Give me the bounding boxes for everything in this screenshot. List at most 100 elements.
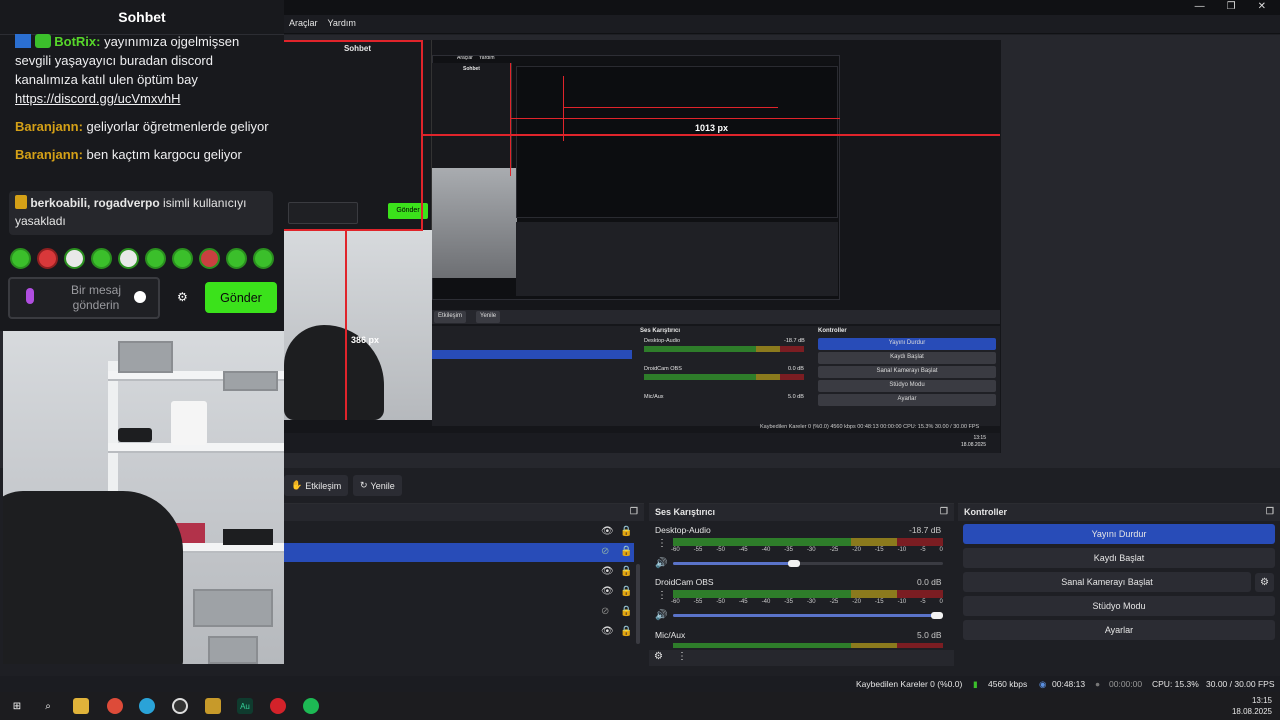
- chair: [3, 491, 183, 664]
- menu-item-tools[interactable]: Araçlar: [289, 18, 318, 28]
- popout-icon[interactable]: ❐: [940, 506, 948, 517]
- taskbar-clock[interactable]: 13:15 18.08.2025: [1232, 695, 1272, 717]
- emote-icon[interactable]: [118, 248, 139, 269]
- popout-icon[interactable]: ❐: [630, 506, 638, 517]
- fps: 30.00 / 30.00 FPS: [1206, 679, 1275, 689]
- lock-icon[interactable]: 🔒: [620, 606, 632, 617]
- sources-scrollbar[interactable]: [636, 564, 640, 644]
- lock-icon[interactable]: 🔒: [620, 566, 632, 577]
- mixer-track-name: DroidCam OBS: [655, 577, 714, 587]
- emote-icon[interactable]: [253, 248, 274, 269]
- eye-hidden-icon[interactable]: ⊘: [601, 546, 609, 557]
- chat-message: Baranjann: ben kaçtım kargocu geliyor: [15, 145, 277, 164]
- start-record-button[interactable]: Kaydı Başlat: [963, 548, 1275, 568]
- eye-icon[interactable]: 👁: [601, 626, 614, 637]
- controls-title: Kontroller: [964, 507, 1008, 517]
- emote-icon[interactable]: [37, 248, 58, 269]
- source-row[interactable]: 👁 🔒: [284, 623, 634, 642]
- telegram-icon[interactable]: [139, 698, 155, 714]
- windows-start-icon[interactable]: ⊞: [9, 698, 25, 714]
- minimize-icon[interactable]: —: [1195, 0, 1205, 15]
- nested-chat-input: [288, 202, 358, 224]
- volume-slider-knob[interactable]: [931, 612, 943, 619]
- chat-nick[interactable]: BotRix:: [54, 34, 100, 49]
- lock-icon[interactable]: 🔒: [620, 586, 632, 597]
- eye-icon[interactable]: 👁: [601, 586, 614, 597]
- opera-icon[interactable]: [270, 698, 286, 714]
- emote-icon[interactable]: [172, 248, 193, 269]
- nested-camera: [432, 168, 517, 278]
- chat-messages: BotRix: yayınımıza ojgelmişsen sevgili y…: [15, 32, 277, 173]
- obs-icon[interactable]: [172, 698, 188, 714]
- lock-icon[interactable]: 🔒: [620, 626, 632, 637]
- audition-icon[interactable]: Au: [237, 698, 253, 714]
- close-icon[interactable]: ✕: [1258, 0, 1266, 15]
- mixer-ticks: -60 -55 -50 -45 -40 -35 -30 -25 -20 -15 -10 -5 0: [671, 547, 943, 553]
- eye-icon[interactable]: 👁: [601, 566, 614, 577]
- source-row[interactable]: 👁 🔒: [284, 583, 634, 602]
- interact-button[interactable]: ✋ Etkileşim: [284, 475, 349, 496]
- basket: [193, 589, 273, 627]
- emote-icon[interactable]: [10, 248, 31, 269]
- emote-icon[interactable]: [145, 248, 166, 269]
- chrome-icon[interactable]: [107, 698, 123, 714]
- mixer-tick-label: -45: [738, 599, 748, 605]
- source-row[interactable]: 👁 🔒: [284, 563, 634, 582]
- maximize-icon[interactable]: ❐: [1227, 0, 1236, 15]
- moderation-notice: berkoabili, rogadverpo isimli kullanıcıy…: [9, 191, 273, 235]
- chat-nick[interactable]: Baranjann:: [15, 119, 83, 134]
- windows-taskbar: ⊞ ⌕ Au 13:15 18.08.2025: [0, 692, 1280, 720]
- file-explorer-icon[interactable]: [73, 698, 89, 714]
- mixer-meter: [673, 538, 943, 546]
- lock-icon[interactable]: 🔒: [620, 526, 632, 537]
- controls-dock-header: Kontroller ❐: [958, 504, 1280, 521]
- source-row[interactable]: ⊘ 🔒: [284, 603, 634, 622]
- chat-message: BotRix: yayınımıza ojgelmişsen sevgili y…: [15, 32, 277, 108]
- volume-slider-knob[interactable]: [788, 560, 800, 567]
- chat-settings-gear-icon[interactable]: ⚙: [177, 290, 188, 304]
- virtualcam-settings-button[interactable]: ⚙: [1255, 573, 1274, 592]
- eye-icon[interactable]: 👁: [601, 526, 614, 537]
- mixer-tick-label: -50: [716, 547, 725, 553]
- chat-message-input[interactable]: Bir mesaj gönderin: [8, 277, 160, 319]
- source-row-selected[interactable]: ⊘ 🔒: [284, 543, 634, 562]
- stop-stream-button[interactable]: Yayını Durdur: [963, 524, 1275, 544]
- speaker-icon[interactable]: 🔊: [655, 610, 667, 621]
- search-icon[interactable]: ⌕: [40, 698, 56, 714]
- emote-icon[interactable]: [199, 248, 220, 269]
- more-icon[interactable]: ⋮: [657, 538, 667, 549]
- chat-nick[interactable]: Baranjann:: [15, 147, 83, 162]
- mixer-tick-label: -35: [784, 547, 793, 553]
- chat-link[interactable]: https://discord.gg/ucVmxvhH: [15, 91, 180, 106]
- nested-meter: [644, 374, 804, 380]
- emote-icon[interactable]: [226, 248, 247, 269]
- settings-button[interactable]: Ayarlar: [963, 620, 1275, 640]
- mixer-settings-icon[interactable]: ⚙: [654, 651, 663, 662]
- refresh-button[interactable]: ↻ Yenile: [353, 475, 402, 496]
- eye-hidden-icon[interactable]: ⊘: [601, 606, 609, 617]
- emote-icon[interactable]: [91, 248, 112, 269]
- popout-icon[interactable]: ❐: [1266, 506, 1274, 517]
- stream-time: 00:48:13: [1052, 679, 1086, 689]
- emoji-icon[interactable]: [134, 291, 146, 303]
- source-row[interactable]: 👁 🔒: [284, 523, 634, 542]
- nested-control-button: Ayarlar: [818, 394, 996, 406]
- menu-item-help[interactable]: Yardım: [328, 18, 356, 28]
- speaker-icon[interactable]: 🔊: [655, 558, 667, 569]
- emote-icon[interactable]: [64, 248, 85, 269]
- nested-track-db: -18.7 dB: [784, 338, 805, 344]
- app-icon[interactable]: [205, 698, 221, 714]
- studio-mode-button[interactable]: Stüdyo Modu: [963, 596, 1275, 616]
- send-button[interactable]: Gönder: [205, 282, 277, 313]
- nested-dock-bar: Etkileşim Yenile: [432, 310, 1000, 324]
- microphone-icon[interactable]: [26, 288, 34, 304]
- mixer-tick-label: -25: [829, 599, 839, 605]
- more-icon[interactable]: ⋮: [677, 651, 687, 662]
- mixer-tick-label: -10: [897, 547, 907, 553]
- start-virtualcam-button[interactable]: Sanal Kamerayı Başlat: [963, 572, 1251, 592]
- mixer-tick-label: -30: [806, 599, 816, 605]
- basket: [208, 636, 258, 664]
- spotify-icon[interactable]: [303, 698, 319, 714]
- more-icon[interactable]: ⋮: [657, 590, 667, 601]
- lock-icon[interactable]: 🔒: [620, 546, 632, 557]
